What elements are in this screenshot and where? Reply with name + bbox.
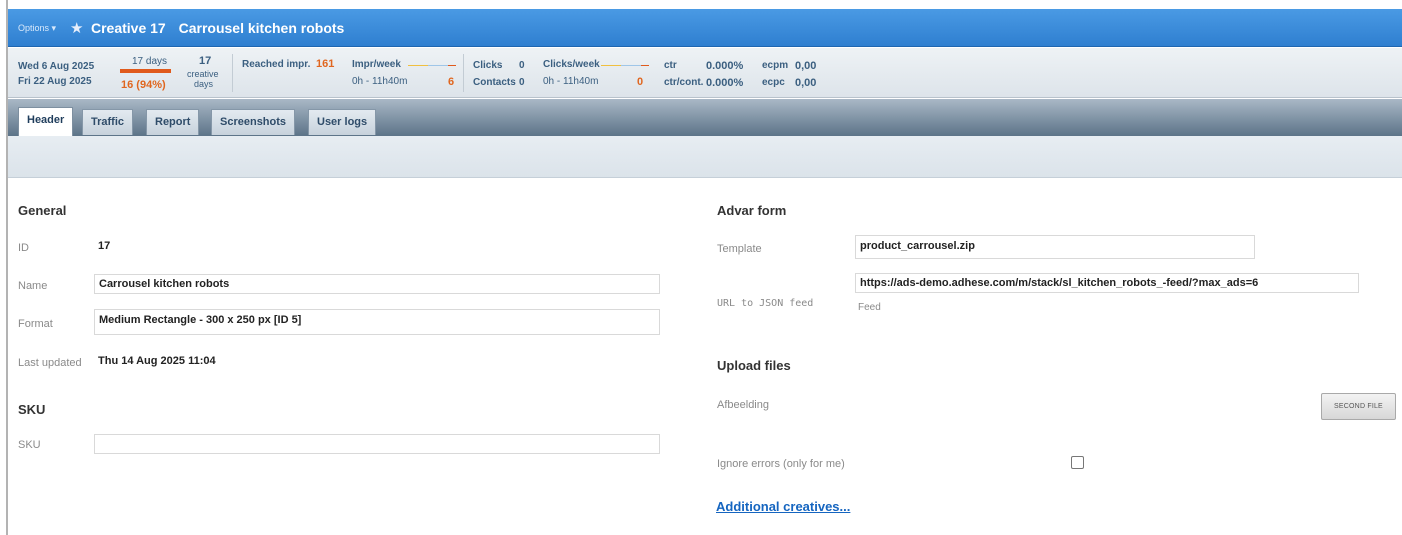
clicks-sparkline: [601, 65, 621, 66]
last-updated-label: Last updated: [18, 357, 82, 369]
contacts-value: 0: [519, 77, 525, 88]
clicks-value: 0: [519, 60, 525, 71]
clicks-sparkline-3: [641, 65, 649, 66]
impr-sparkline-3: [448, 65, 456, 66]
tab-bar: Header Traffic Report Screenshots User l…: [8, 99, 1402, 136]
creative-days-label2: days: [194, 79, 214, 89]
stats-separator: [232, 54, 233, 92]
template-field[interactable]: product_carrousel.zip: [855, 235, 1255, 259]
last-updated-value: Thu 14 Aug 2025 11:04: [98, 355, 216, 367]
creative-days-label1: creative: [187, 69, 219, 79]
end-date: Fri 22 Aug 2025: [18, 76, 92, 87]
impr-sparkline: [408, 65, 428, 66]
tab-user-logs[interactable]: User logs: [308, 109, 377, 135]
ignore-errors-checkbox[interactable]: [1071, 456, 1084, 469]
creative-page: Options ▾ ★ Creative 17 Carrousel kitche…: [0, 0, 1402, 535]
clicks-week-value: 0: [637, 76, 644, 88]
ecpc-label: ecpc: [762, 77, 785, 88]
tab-header[interactable]: Header: [18, 107, 74, 136]
creative-name: Carrousel kitchen robots: [178, 20, 345, 36]
star-icon[interactable]: ★: [70, 19, 83, 37]
creative-days-count: 17: [199, 55, 212, 67]
format-label: Format: [18, 318, 53, 330]
ecpm-label: ecpm: [762, 60, 789, 71]
id-label: ID: [18, 242, 29, 254]
ignore-errors-label: Ignore errors (only for me): [717, 458, 845, 470]
creative-number: Creative 17: [91, 20, 166, 36]
impr-week-value: 6: [448, 76, 455, 88]
second-file-button[interactable]: SECOND FILE: [1321, 393, 1396, 420]
url-json-label: URL to JSON feed: [717, 298, 814, 309]
clicks-sparkline-2: [621, 65, 643, 66]
name-field[interactable]: Carrousel kitchen robots: [94, 274, 660, 294]
tab-report[interactable]: Report: [146, 109, 200, 135]
days-total: 17 days: [132, 56, 168, 67]
feed-hint: Feed: [858, 302, 881, 313]
sku-heading: SKU: [18, 402, 46, 417]
tab-traffic[interactable]: Traffic: [82, 109, 134, 135]
name-label: Name: [18, 280, 48, 292]
afbeelding-label: Afbeelding: [717, 399, 769, 411]
days-elapsed: 16 (94%): [121, 79, 166, 91]
days-progress-bar: [120, 69, 171, 73]
general-heading: General: [18, 203, 67, 218]
impr-week-label: Impr/week: [352, 59, 401, 70]
options-menu[interactable]: Options ▾: [18, 23, 56, 34]
advar-heading: Advar form: [717, 203, 787, 218]
ecpc-value: 0,00: [795, 77, 817, 89]
sub-toolbar: [8, 136, 1402, 178]
url-json-field[interactable]: https://ads-demo.adhese.com/m/stack/sl_k…: [855, 273, 1359, 293]
stats-separator: [463, 54, 464, 92]
sku-field[interactable]: [94, 434, 660, 454]
ctr-value: 0.000%: [706, 60, 744, 72]
id-value: 17: [98, 240, 111, 252]
upload-heading: Upload files: [717, 358, 791, 373]
title-bar: Options ▾ ★ Creative 17 Carrousel kitche…: [8, 9, 1402, 47]
additional-creatives-link[interactable]: Additional creatives...: [716, 499, 850, 514]
stats-bar: Wed 6 Aug 2025 Fri 22 Aug 2025 17 days 1…: [8, 48, 1402, 98]
reached-impr-value: 161: [316, 58, 335, 70]
reached-impr-label: Reached impr.: [242, 59, 311, 70]
ecpm-value: 0,00: [795, 60, 817, 72]
ctr-label: ctr: [664, 60, 677, 71]
start-date: Wed 6 Aug 2025: [18, 61, 95, 72]
tab-screenshots[interactable]: Screenshots: [211, 109, 296, 135]
clicks-week-label: Clicks/week: [543, 59, 600, 70]
impr-week-time: 0h - 11h40m: [352, 76, 408, 87]
template-label: Template: [717, 243, 762, 255]
contacts-label: Contacts: [473, 77, 516, 88]
clicks-label: Clicks: [473, 60, 503, 71]
sku-label: SKU: [18, 439, 41, 451]
clicks-week-time: 0h - 11h40m: [543, 76, 599, 87]
ctr-cont-label: ctr/cont.: [664, 77, 704, 88]
ctr-cont-value: 0.000%: [706, 77, 744, 89]
format-field[interactable]: Medium Rectangle - 300 x 250 px [ID 5]: [94, 309, 660, 335]
page-title: Creative 17 Carrousel kitchen robots: [91, 20, 344, 36]
